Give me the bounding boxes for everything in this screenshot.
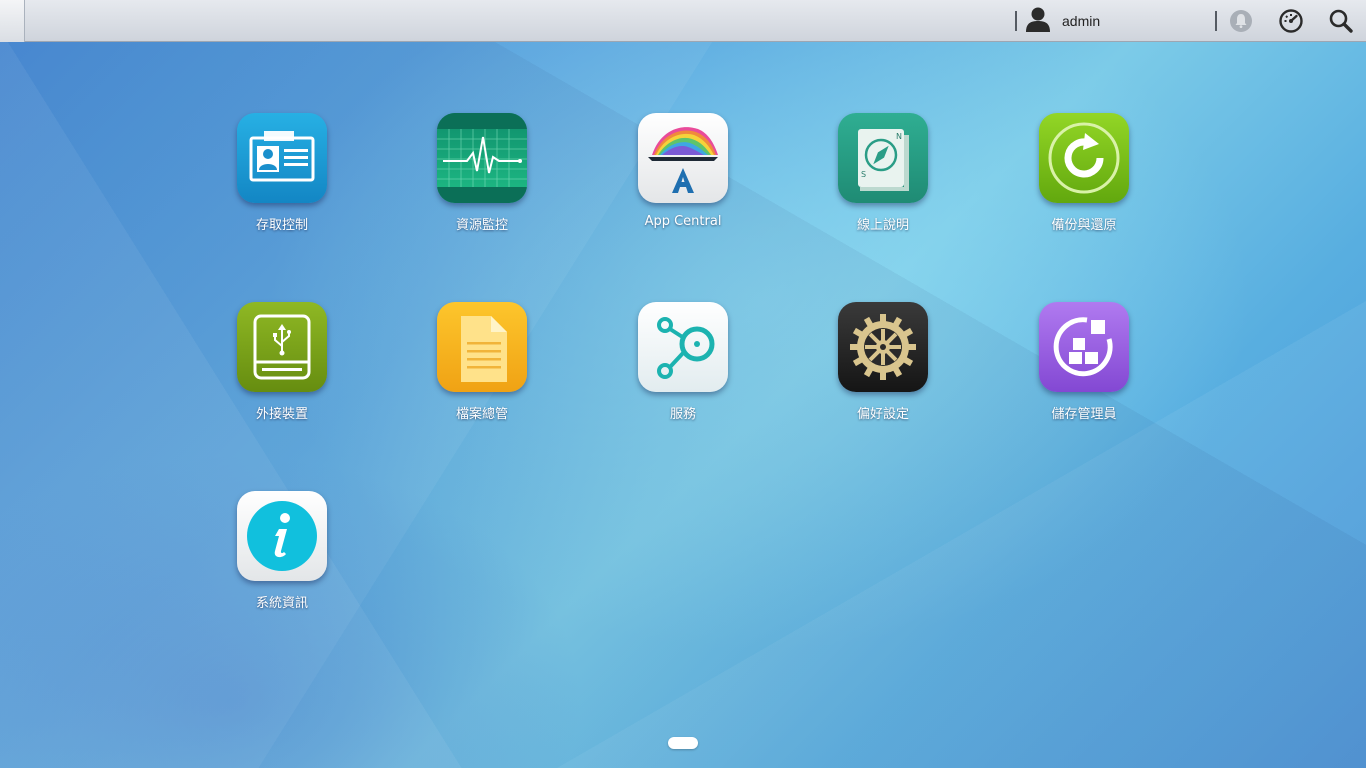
user-menu-button[interactable]: admin <box>1024 6 1100 36</box>
app-label: 系統資訊 <box>255 596 308 611</box>
app-label: App Central <box>644 214 722 229</box>
app-label: 資源監控 <box>455 218 508 233</box>
user-icon <box>1024 6 1052 36</box>
topbar-separator <box>1215 11 1217 31</box>
dashboard-gauge-icon[interactable] <box>1277 7 1305 35</box>
app-label: 檔案總管 <box>455 407 508 422</box>
app-file-explorer[interactable]: 檔案總管 <box>402 302 562 422</box>
app-external-devices[interactable]: 外接裝置 <box>202 302 362 422</box>
app-label: 線上說明 <box>856 218 909 233</box>
app-services[interactable]: 服務 <box>603 302 763 422</box>
online-help-icon: N S <box>838 113 928 203</box>
app-label: 服務 <box>669 407 696 422</box>
app-online-help[interactable]: N S 線上說明 <box>803 113 963 233</box>
search-icon[interactable] <box>1327 7 1355 35</box>
app-label: 備份與還原 <box>1051 218 1117 233</box>
system-info-icon <box>237 491 327 581</box>
storage-manager-icon <box>1039 302 1129 392</box>
file-explorer-icon <box>437 302 527 392</box>
app-access-control[interactable]: 存取控制 <box>202 113 362 233</box>
page-indicator[interactable] <box>668 737 698 749</box>
svg-text:N: N <box>896 132 902 141</box>
backup-restore-icon <box>1039 113 1129 203</box>
access-control-icon <box>237 113 327 203</box>
app-resource-monitor[interactable]: 資源監控 <box>402 113 562 233</box>
app-backup-restore[interactable]: 備份與還原 <box>1004 113 1164 233</box>
app-preferences[interactable]: 偏好設定 <box>803 302 963 422</box>
preferences-gear-icon <box>838 302 928 392</box>
svg-text:S: S <box>861 170 866 179</box>
app-label: 儲存管理員 <box>1051 407 1117 422</box>
app-label: 外接裝置 <box>255 407 308 422</box>
notification-icon[interactable] <box>1227 7 1255 35</box>
services-icon <box>638 302 728 392</box>
top-bar: admin <box>0 0 1366 42</box>
topbar-separator <box>1015 11 1017 31</box>
resource-monitor-icon <box>437 113 527 203</box>
app-label: 存取控制 <box>255 218 308 233</box>
taskbar-left-tab[interactable] <box>0 0 25 42</box>
app-central-icon <box>638 113 728 203</box>
app-system-info[interactable]: 系統資訊 <box>202 491 362 611</box>
app-storage-manager[interactable]: 儲存管理員 <box>1004 302 1164 422</box>
app-label: 偏好設定 <box>856 407 909 422</box>
app-app-central[interactable]: App Central <box>603 113 763 229</box>
username-label: admin <box>1062 13 1101 29</box>
external-devices-icon <box>237 302 327 392</box>
desktop: admin 存取控制 資源監控 App Central N S 線上說明 備份與… <box>0 0 1366 768</box>
